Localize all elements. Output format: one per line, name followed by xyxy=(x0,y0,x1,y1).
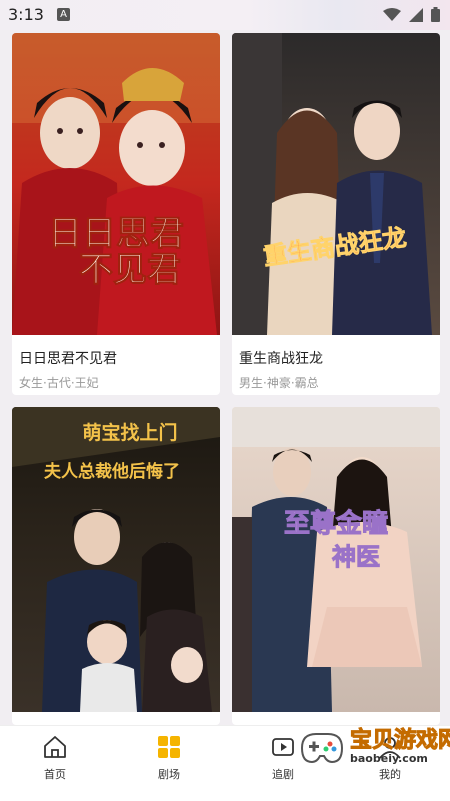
drama-tags: 女生·古代·王妃 xyxy=(19,376,99,390)
status-time: 3:13 xyxy=(8,5,44,24)
drama-tags: 男生·神豪·霸总 xyxy=(239,376,319,390)
watermark: 宝贝游戏网 baobeiy.com xyxy=(294,712,450,782)
nav-label-theater: 剧场 xyxy=(158,768,180,781)
watermark-title: 宝贝游戏网 xyxy=(349,728,450,754)
poster-3-line-1: 萌宝找上门 xyxy=(82,421,177,444)
drama-card[interactable]: 日日思君 不见君 日日思君不见君 女生·古代·王妃 xyxy=(12,33,220,395)
nav-item-home[interactable]: 首页 xyxy=(20,734,90,782)
drama-card[interactable]: 重生商战狂龙 重生商战狂龙 男生·神豪·霸总 xyxy=(232,33,440,395)
poster-3-line-2: 夫人总裁他后悔了 xyxy=(44,461,180,482)
nav-item-theater[interactable]: 剧场 xyxy=(134,734,204,782)
drama-card[interactable]: 至尊金瞳 神医 xyxy=(232,407,440,725)
follow-icon xyxy=(272,738,294,756)
poster-4-line-1: 至尊金瞳 xyxy=(284,508,388,539)
theater-icon xyxy=(158,736,180,758)
poster-image[interactable]: 萌宝找上门 夫人总裁他后悔了 xyxy=(12,407,220,712)
poster-1-line-1: 日日思君 xyxy=(48,214,184,254)
poster-image[interactable]: 重生商战狂龙 xyxy=(232,33,440,335)
poster-image[interactable]: 至尊金瞳 神医 xyxy=(232,407,440,712)
poster-4-line-2: 神医 xyxy=(332,543,380,571)
nav-label-home: 首页 xyxy=(44,768,66,781)
notification-icon: A xyxy=(57,8,70,21)
drama-grid: 日日思君 不见君 日日思君不见君 女生·古代·王妃 重生商战狂龙 重生商战狂龙 … xyxy=(0,30,450,725)
wifi-icon xyxy=(383,7,401,21)
poster-image[interactable]: 日日思君 不见君 xyxy=(12,33,220,335)
battery-icon xyxy=(431,7,440,22)
gamepad-icon xyxy=(300,733,344,764)
poster-4-art: 至尊金瞳 神医 xyxy=(232,407,440,712)
status-bar: 3:13 A xyxy=(0,0,450,30)
drama-title: 重生商战狂龙 xyxy=(239,351,323,367)
poster-2-art: 重生商战狂龙 xyxy=(232,33,440,335)
status-icons xyxy=(383,7,440,22)
drama-title: 日日思君不见君 xyxy=(19,351,117,367)
poster-3-art: 萌宝找上门 夫人总裁他后悔了 xyxy=(12,407,220,712)
drama-card[interactable]: 萌宝找上门 夫人总裁他后悔了 xyxy=(12,407,220,725)
poster-1-art: 日日思君 不见君 xyxy=(12,33,220,335)
watermark-url: baobeiy.com xyxy=(350,752,428,765)
poster-1-line-2: 不见君 xyxy=(79,250,181,290)
signal-icon xyxy=(409,7,423,22)
home-icon xyxy=(44,736,66,758)
